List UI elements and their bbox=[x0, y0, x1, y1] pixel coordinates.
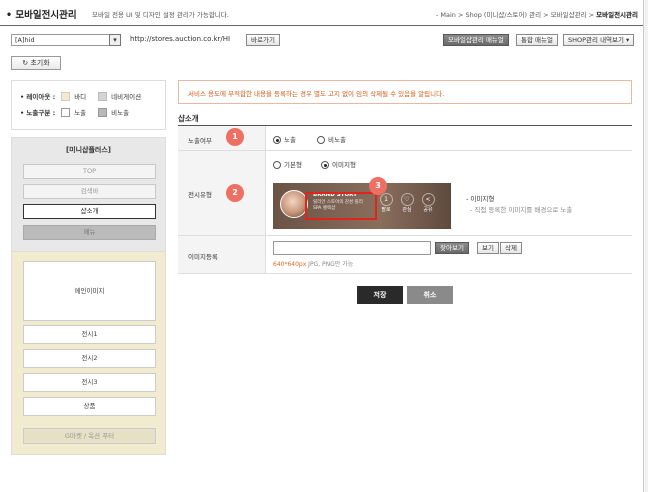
breadcrumb-path: - Main > Shop (미니샵/스토어) 관리 > 모바일샵관리 > bbox=[435, 11, 597, 19]
avatar bbox=[280, 190, 308, 218]
banner-stat-share-label: 공유 bbox=[423, 207, 433, 213]
notice-box: 서비스 용도에 부적합한 내용을 등록하는 경우 별도 고지 없이 임의 삭제될… bbox=[178, 80, 632, 104]
save-button[interactable]: 저장 bbox=[357, 286, 403, 304]
sidebar-item-top[interactable]: TOP bbox=[23, 164, 156, 179]
hide-legend-text: 비노출 bbox=[111, 109, 130, 117]
exposure-legend: • 노출구분 : 노출 비노출 bbox=[20, 107, 129, 117]
exposure-row: 노출여부 1 노출 비노출 bbox=[178, 126, 632, 151]
sidebar-item-menu[interactable]: 메뉴 bbox=[23, 225, 156, 240]
body-swatch bbox=[61, 91, 71, 101]
exposure-show-radio[interactable]: 노출 bbox=[273, 134, 296, 144]
layout-legend-label: • 레이아웃 : bbox=[20, 93, 56, 101]
step-badge-2: 2 bbox=[226, 184, 244, 202]
integrated-manual-button[interactable]: 통합 매뉴얼 bbox=[516, 34, 558, 46]
exposure-show-label: 노출 bbox=[284, 136, 296, 144]
legend-box: • 레이아웃 : 바디 네비게이션 • 노출구분 : 노출 비노출 bbox=[11, 80, 166, 130]
display-image-radio[interactable]: 이미지형 bbox=[321, 159, 356, 169]
banner-stat-share: < 공유 bbox=[420, 193, 436, 215]
nav-swatch bbox=[98, 91, 108, 101]
image-file-input[interactable] bbox=[273, 241, 431, 255]
image-register-header: 이미지등록 bbox=[178, 236, 266, 273]
exposure-header: 노출여부 1 bbox=[178, 126, 266, 150]
section-title: 샵소개 bbox=[178, 114, 199, 123]
image-hint-text: JPG, PNG만 가능 bbox=[306, 261, 354, 268]
view-button[interactable]: 보기 bbox=[477, 242, 499, 254]
sidebar-item-searchbar[interactable]: 검색바 bbox=[23, 184, 156, 199]
display-desc-sub: - 직접 등록한 이미지를 배경으로 노출 bbox=[470, 206, 573, 214]
scrollbar[interactable] bbox=[643, 0, 648, 492]
nav-legend-text: 네비게이션 bbox=[111, 93, 142, 101]
shop-url: http://stores.auction.co.kr/HI bbox=[130, 35, 231, 43]
sidebar-item-footer[interactable]: G마켓 / 옥션 푸터 bbox=[23, 428, 156, 444]
step-badge-1: 1 bbox=[226, 128, 244, 146]
settings-table: 노출여부 1 노출 비노출 전시유형 2 기본형 이미지형 BRAND STOR… bbox=[178, 125, 632, 275]
exposure-hide-radio[interactable]: 비노출 bbox=[317, 134, 346, 144]
chevron-down-icon[interactable]: ▾ bbox=[109, 34, 121, 46]
shop-history-button[interactable]: SHOP관리 내역보기 ▾ bbox=[563, 34, 635, 46]
notice-text: 서비스 용도에 부적합한 내용을 등록하는 경우 별도 고지 없이 임의 삭제될… bbox=[188, 90, 445, 98]
step-badge-3: 3 bbox=[369, 177, 387, 195]
banner-stat-follow-label: 팔로 bbox=[381, 207, 391, 213]
banner-stat-like-label: 관심 bbox=[402, 207, 412, 213]
sidebar-item-display-3[interactable]: 전시3 bbox=[23, 373, 156, 392]
breadcrumb-current: 모바일전시관리 bbox=[596, 11, 638, 19]
sidebar-item-product[interactable]: 상품 bbox=[23, 397, 156, 416]
delete-button[interactable]: 삭제 bbox=[500, 242, 522, 254]
sidebar-nav-panel: [미니샵플러스] TOP 검색바 샵소개 메뉴 bbox=[11, 137, 166, 252]
sidebar-item-display-2[interactable]: 전시2 bbox=[23, 349, 156, 368]
display-type-header: 전시유형 2 bbox=[178, 151, 266, 235]
display-type-row: 전시유형 2 기본형 이미지형 BRAND STORY 릴리안 스토어의 감성 … bbox=[178, 151, 632, 236]
highlight-box bbox=[305, 192, 377, 220]
exposure-legend-label: • 노출구분 : bbox=[20, 109, 56, 117]
find-file-button[interactable]: 찾아보기 bbox=[435, 242, 469, 254]
shop-select-value: [A]hid bbox=[15, 36, 35, 44]
page-title: • 모바일전시관리 bbox=[6, 10, 77, 21]
hide-swatch bbox=[98, 107, 108, 117]
body-legend-text: 바디 bbox=[74, 93, 87, 101]
show-legend-text: 노출 bbox=[74, 109, 87, 117]
display-basic-radio[interactable]: 기본형 bbox=[273, 159, 302, 169]
sidebar-item-shop-intro[interactable]: 샵소개 bbox=[23, 204, 156, 219]
shop-select[interactable]: [A]hid ▾ bbox=[11, 34, 121, 46]
share-icon: < bbox=[421, 193, 435, 206]
banner-stat-follow-value: 1 bbox=[379, 193, 393, 206]
page-description: 모바일 전용 UI 및 디자인 설정 관리가 가능합니다. bbox=[92, 11, 229, 19]
banner-stat-like: ♡ 관심 bbox=[399, 193, 415, 215]
radio-checked-icon bbox=[273, 136, 281, 144]
breadcrumb: - Main > Shop (미니샵/스토어) 관리 > 모바일샵관리 > 모바… bbox=[436, 9, 638, 19]
image-hint: 640*640px JPG, PNG만 가능 bbox=[273, 259, 353, 268]
display-desc-title: - 이미지형 bbox=[466, 195, 495, 203]
sidebar-item-main-image[interactable]: 메인이미지 bbox=[23, 261, 156, 321]
layout-legend: • 레이아웃 : 바디 네비게이션 bbox=[20, 91, 141, 101]
show-swatch bbox=[61, 107, 71, 117]
sidebar-title: [미니샵플러스] bbox=[65, 146, 112, 154]
reset-button[interactable]: ↻ 초기화 bbox=[11, 56, 61, 70]
radio-unchecked-icon bbox=[273, 161, 281, 169]
image-hint-size: 640*640px bbox=[273, 261, 307, 268]
exposure-hide-label: 비노출 bbox=[328, 136, 346, 144]
display-type-label: 전시유형 bbox=[188, 191, 212, 199]
display-basic-label: 기본형 bbox=[284, 161, 302, 169]
heart-icon: ♡ bbox=[400, 193, 414, 206]
radio-unchecked-icon bbox=[317, 136, 325, 144]
exposure-label: 노출여부 bbox=[188, 137, 212, 145]
sidebar-item-display-1[interactable]: 전시1 bbox=[23, 325, 156, 344]
page-header: • 모바일전시관리 모바일 전용 UI 및 디자인 설정 관리가 가능합니다. … bbox=[0, 0, 648, 26]
display-image-label: 이미지형 bbox=[332, 161, 356, 169]
manual-button[interactable]: 모바일샵관리 매뉴얼 bbox=[443, 34, 509, 46]
shortcut-button[interactable]: 바로가기 bbox=[246, 34, 280, 46]
image-register-label: 이미지등록 bbox=[188, 253, 218, 261]
sidebar-body-panel: 메인이미지 전시1 전시2 전시3 상품 G마켓 / 옥션 푸터 bbox=[11, 251, 166, 455]
banner-stat-follow: 1 팔로 bbox=[378, 193, 394, 215]
radio-checked-icon bbox=[321, 161, 329, 169]
image-register-row: 이미지등록 찾아보기 보기 삭제 640*640px JPG, PNG만 가능 bbox=[178, 236, 632, 274]
cancel-button[interactable]: 취소 bbox=[407, 286, 453, 304]
